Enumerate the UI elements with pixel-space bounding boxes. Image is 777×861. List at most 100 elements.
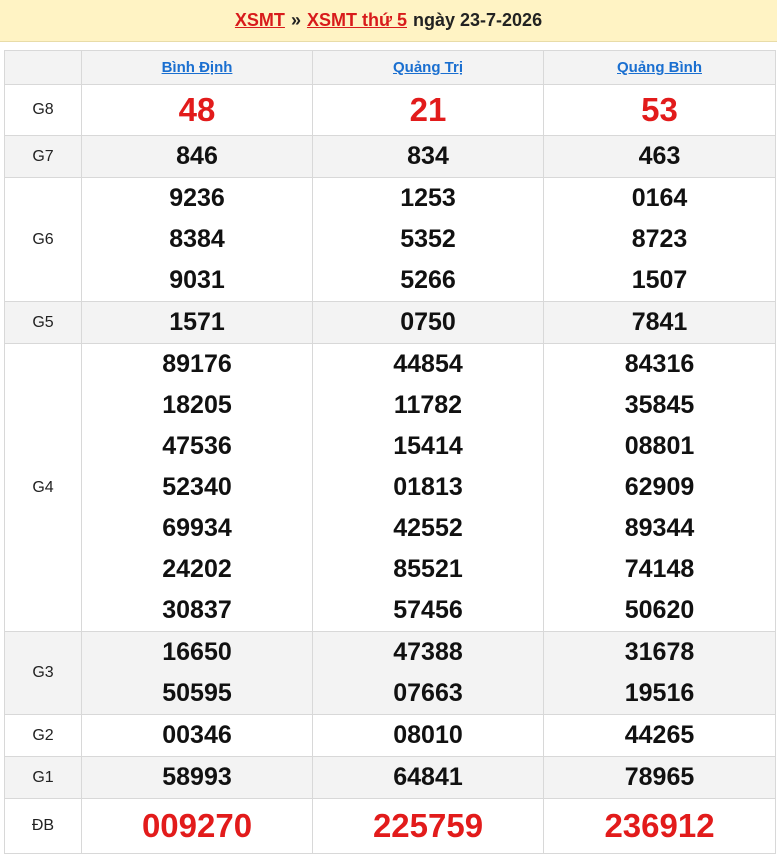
prize-label: G8 [4,84,82,136]
xsmt-link[interactable]: XSMT [235,10,285,31]
draw-date: ngày 23-7-2026 [413,10,543,30]
prize-number: 7841 [631,308,688,336]
prize-number: 1507 [631,266,688,294]
prize-cell: 31678 19516 [543,631,776,715]
prize-cell: 00346 [81,714,313,757]
prize-number: 64841 [393,763,463,791]
prize-number: 1253 [400,184,456,212]
prize-cell: 21 [312,84,544,136]
prize-number: 84316 [624,350,695,378]
prize-label: ĐB [4,798,82,854]
prize-cell: 16650 50595 [81,631,313,715]
prize-number: 50620 [624,596,695,624]
column-header: Quảng Trị [312,50,544,85]
prize-number: 463 [638,142,681,170]
header-empty-cell [4,50,82,85]
prize-number: 31678 [624,638,695,666]
prize-number: 44265 [624,721,695,749]
results-table: Bình Định Quảng Trị Quảng Bình G8 48 21 53 G… [4,50,776,854]
prize-cell: 1571 [81,301,313,344]
prize-number: 009270 [141,807,253,844]
prize-cell: 463 [543,135,776,178]
prize-number: 16650 [162,638,232,666]
prize-label: G7 [4,135,82,178]
prize-label: G5 [4,301,82,344]
prize-number: 0164 [631,184,688,212]
prize-label: G4 [4,343,82,632]
prize-number: 8723 [631,225,688,253]
prize-number: 50595 [162,679,232,707]
prize-cell: 89176 18205 47536 52340 69934 24202 30837 [81,343,313,632]
prize-number: 74148 [624,555,695,583]
prize-row: G3 16650 50595 47388 07663 31678 19516 [4,631,776,715]
prize-number: 57456 [393,596,463,624]
prize-cell: 0750 [312,301,544,344]
prize-label: G2 [4,714,82,757]
prize-number: 8384 [169,225,225,253]
prize-number: 89344 [624,514,695,542]
prize-number: 00346 [162,721,232,749]
prize-number: 9236 [169,184,225,212]
breadcrumb-separator: » [290,10,301,30]
prize-number: 53 [641,91,678,128]
prize-number: 52340 [162,473,232,501]
prize-number: 21 [409,91,447,128]
page-header: XSMT » XSMT thứ 5 ngày 23-7-2026 [0,0,777,42]
results-body: G8 48 21 53 G7 846 834 463 G6 9236 8384 9031 1253 535… [4,84,776,854]
prize-row: G6 9236 8384 9031 1253 5352 5266 0164 8723 1507 [4,177,776,302]
prize-number: 58993 [162,763,232,791]
prize-cell: 48 [81,84,313,136]
prize-cell: 7841 [543,301,776,344]
prize-number: 236912 [604,807,715,844]
results-table-wrap: Bình Định Quảng Trị Quảng Bình G8 48 21 53 G… [4,50,776,854]
prize-cell: 1253 5352 5266 [312,177,544,302]
prize-number: 01813 [393,473,463,501]
column-header: Bình Định [81,50,313,85]
xsmt-thu5-link[interactable]: XSMT thứ 5 [307,10,407,31]
prize-number: 78965 [624,763,695,791]
prize-number: 9031 [169,266,225,294]
column-header: Quảng Bình [543,50,776,85]
prize-number: 42552 [393,514,463,542]
prize-cell: 64841 [312,756,544,799]
prize-cell: 58993 [81,756,313,799]
prize-number: 834 [407,142,449,170]
prize-number: 1571 [169,308,225,336]
province-link-quang-tri[interactable]: Quảng Trị [393,59,463,76]
prize-row: G7 846 834 463 [4,135,776,178]
prize-number: 85521 [393,555,463,583]
prize-row: G1 58993 64841 78965 [4,756,776,799]
prize-number: 11782 [393,391,463,419]
prize-number: 08801 [624,432,695,460]
prize-number: 48 [178,91,216,128]
prize-number: 07663 [393,679,463,707]
prize-number: 5352 [400,225,456,253]
prize-number: 846 [176,142,218,170]
prize-number: 08010 [393,721,463,749]
prize-cell: 846 [81,135,313,178]
prize-number: 44854 [393,350,463,378]
prize-cell: 47388 07663 [312,631,544,715]
prize-number: 47536 [162,432,232,460]
prize-cell: 78965 [543,756,776,799]
prize-number: 5266 [400,266,456,294]
province-link-quang-binh[interactable]: Quảng Bình [617,59,702,76]
prize-number: 62909 [624,473,695,501]
prize-label: G3 [4,631,82,715]
prize-number: 18205 [162,391,232,419]
prize-cell: 53 [543,84,776,136]
prize-cell: 08010 [312,714,544,757]
prize-cell: 236912 [543,798,776,854]
prize-cell: 009270 [81,798,313,854]
prize-cell: 84316 35845 08801 62909 89344 74148 50620 [543,343,776,632]
prize-number: 35845 [624,391,695,419]
prize-row: G8 48 21 53 [4,84,776,136]
prize-number: 24202 [162,555,232,583]
prize-number: 47388 [393,638,463,666]
table-header-row: Bình Định Quảng Trị Quảng Bình [4,50,776,85]
province-link-binh-dinh[interactable]: Bình Định [162,59,233,76]
prize-label: G6 [4,177,82,302]
prize-number: 69934 [162,514,232,542]
prize-cell: 0164 8723 1507 [543,177,776,302]
prize-cell: 44265 [543,714,776,757]
